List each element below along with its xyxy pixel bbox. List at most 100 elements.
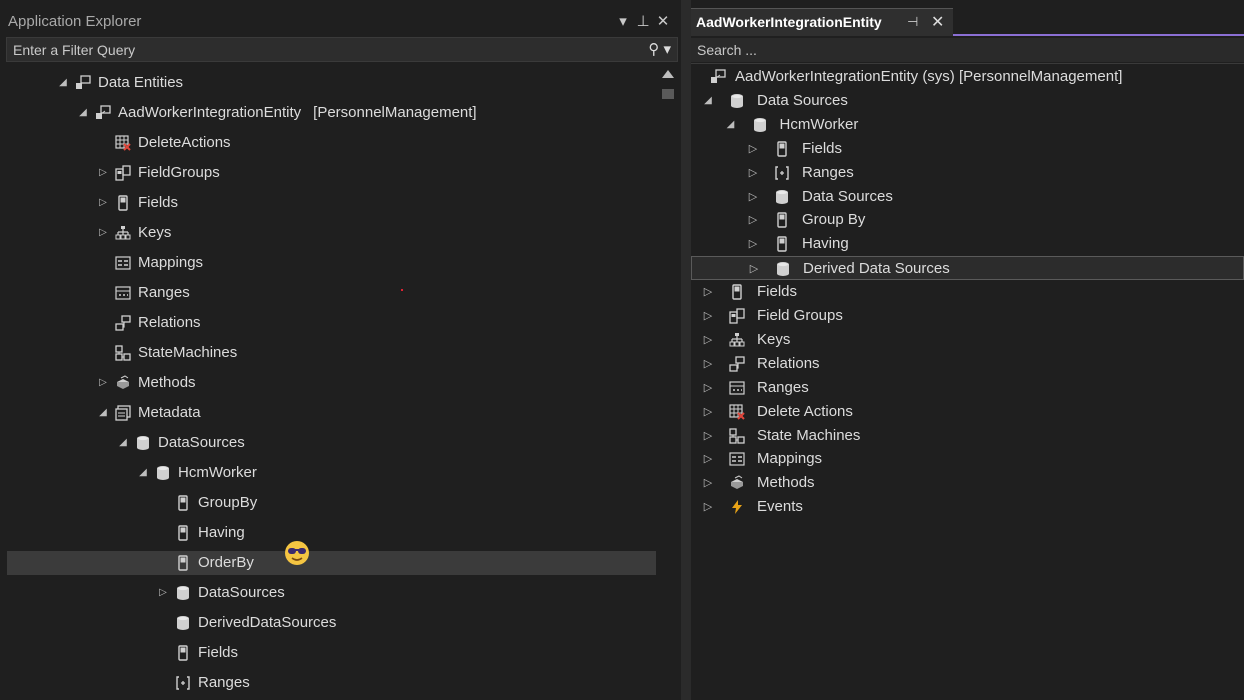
range-bracket-icon [175, 675, 191, 691]
expanded-arrow-icon[interactable]: ◢ [97, 401, 109, 425]
tree-row[interactable]: Ranges [7, 281, 656, 305]
tree-row-label: DataSources [198, 584, 285, 601]
collapsed-arrow-icon[interactable]: ▷ [702, 400, 714, 424]
tree-row[interactable]: ◢ Metadata [7, 401, 656, 425]
tree-row[interactable]: GroupBy [7, 491, 656, 515]
events-icon [729, 499, 745, 515]
datasource-icon [752, 117, 768, 133]
collapsed-arrow-icon[interactable]: ▷ [748, 257, 760, 281]
tree-row[interactable]: ▷ DataSources [7, 581, 656, 605]
collapsed-arrow-icon[interactable]: ▷ [702, 495, 714, 519]
tree-row[interactable]: ▷ Keys [7, 221, 656, 245]
collapsed-arrow-icon[interactable]: ▷ [702, 471, 714, 495]
tree-row[interactable]: ▷ Relations [691, 352, 1244, 376]
tree-row[interactable]: ▷ Mappings [691, 447, 1244, 471]
tree-row[interactable]: ▷ Keys [691, 328, 1244, 352]
collapsed-arrow-icon[interactable]: ▷ [702, 304, 714, 328]
collapsed-arrow-icon[interactable]: ▷ [97, 371, 109, 395]
tree-row[interactable]: ▷ Delete Actions [691, 400, 1244, 424]
pin-icon[interactable]: ⊥ [633, 12, 653, 30]
field-groups-icon [729, 308, 745, 324]
collapsed-arrow-icon[interactable]: ▷ [702, 447, 714, 471]
expanded-arrow-icon[interactable]: ◢ [57, 71, 69, 95]
tree-row[interactable]: DerivedDataSources [7, 611, 656, 635]
tree-row[interactable]: ◢ Data Sources [691, 89, 1244, 113]
filter-query-input[interactable]: Enter a Filter Query ⚲ ▾ [6, 37, 678, 62]
delete-actions-icon [729, 403, 745, 420]
tree-row-label: Methods [757, 474, 815, 492]
expanded-arrow-icon[interactable]: ◢ [137, 461, 149, 485]
tree-row[interactable]: ▷ Fields [691, 280, 1244, 304]
collapsed-arrow-icon[interactable]: ▷ [97, 221, 109, 245]
close-icon[interactable]: ✕ [653, 12, 673, 30]
tree-row-label: Derived Data Sources [803, 260, 950, 278]
expanded-arrow-icon[interactable]: ◢ [117, 431, 129, 455]
tree-row[interactable]: OrderBy [7, 551, 656, 575]
collapsed-arrow-icon[interactable]: ▷ [702, 424, 714, 448]
tree-row[interactable]: ▷ Events [691, 495, 1244, 519]
tree-row[interactable]: StateMachines [7, 341, 656, 365]
tab-aadworkerintegrationentity[interactable]: AadWorkerIntegrationEntity ⊣ ✕ [691, 8, 953, 36]
tree-row[interactable]: ▷ Methods [7, 371, 656, 395]
tree-row[interactable]: ▷ Group By [691, 208, 1244, 232]
tree-row[interactable]: ▷ Having [691, 232, 1244, 256]
tree-row[interactable]: Mappings [7, 251, 656, 275]
tree-row[interactable]: Having [7, 521, 656, 545]
tree-row[interactable]: ◢ AadWorkerIntegrationEntity [PersonnelMan… [7, 101, 656, 125]
collapsed-arrow-icon[interactable]: ▷ [747, 137, 759, 161]
collapsed-arrow-icon[interactable]: ▷ [747, 185, 759, 209]
panel-splitter[interactable] [681, 0, 691, 700]
tree-row-label: Keys [757, 330, 791, 348]
tree-row[interactable]: Ranges [7, 671, 656, 695]
designer-search-input[interactable]: Search ... [691, 38, 1244, 62]
collapsed-arrow-icon[interactable]: ▷ [702, 376, 714, 400]
collapsed-arrow-icon[interactable]: ▷ [702, 280, 714, 304]
tree-row[interactable]: ▷ FieldGroups [7, 161, 656, 185]
tree-row[interactable]: ◢ DataSources [7, 431, 656, 455]
tree-row[interactable]: ▷ Fields [691, 137, 1244, 161]
tree-row[interactable]: AadWorkerIntegrationEntity (sys) [Person… [691, 65, 1244, 89]
tree-row-label: State Machines [757, 426, 861, 444]
collapsed-arrow-icon[interactable]: ▷ [97, 191, 109, 215]
tree-row[interactable]: Relations [7, 311, 656, 335]
search-placeholder: Search ... [697, 42, 757, 58]
tree-row-label: Ranges [757, 378, 809, 396]
scroll-up-arrow-icon[interactable] [662, 70, 674, 78]
tree-row[interactable]: ◢ HcmWorker [691, 113, 1244, 137]
tree-row-label: Relations [138, 314, 201, 331]
tree-row[interactable]: ▷ Data Sources [691, 185, 1244, 209]
tree-row[interactable]: ▷ Fields [7, 191, 656, 215]
close-icon[interactable]: ✕ [931, 12, 944, 32]
tree-row[interactable]: ▷ State Machines [691, 424, 1244, 448]
tree-row[interactable]: DeleteActions [7, 131, 656, 155]
range-bracket-icon [774, 165, 790, 181]
tree-row[interactable]: ◢ Data Entities [7, 71, 656, 95]
dropdown-icon[interactable]: ▾ [613, 12, 633, 30]
collapsed-arrow-icon[interactable]: ▷ [747, 161, 759, 185]
tree-row[interactable]: ▷ Methods [691, 471, 1244, 495]
tree-row-label: Fields [138, 194, 179, 211]
divider [691, 63, 1244, 64]
collapsed-arrow-icon[interactable]: ▷ [157, 581, 169, 605]
tree-row[interactable]: ▷ Derived Data Sources [691, 256, 1244, 281]
scroll-thumb[interactable] [662, 89, 674, 99]
collapsed-arrow-icon[interactable]: ▷ [747, 208, 759, 232]
tree-row[interactable]: ▷ Ranges [691, 161, 1244, 185]
tree-row-label: DataSources [158, 434, 245, 451]
expanded-arrow-icon[interactable]: ◢ [77, 101, 89, 125]
collapsed-arrow-icon[interactable]: ▷ [702, 352, 714, 376]
tree-row-label: Events [757, 498, 803, 516]
tree-row-label: HcmWorker [178, 464, 257, 481]
vertical-scrollbar[interactable] [658, 68, 678, 700]
tree-row[interactable]: ▷ Field Groups [691, 304, 1244, 328]
expanded-arrow-icon[interactable]: ◢ [725, 113, 737, 137]
collapsed-arrow-icon[interactable]: ▷ [747, 232, 759, 256]
tree-row[interactable]: ▷ Ranges [691, 376, 1244, 400]
tree-row[interactable]: ◢ HcmWorker [7, 461, 656, 485]
expanded-arrow-icon[interactable]: ◢ [702, 89, 714, 113]
search-icon[interactable]: ⚲ ▾ [648, 40, 671, 58]
tree-row[interactable]: Fields [7, 641, 656, 665]
collapsed-arrow-icon[interactable]: ▷ [702, 328, 714, 352]
pin-icon[interactable]: ⊣ [907, 14, 918, 30]
collapsed-arrow-icon[interactable]: ▷ [97, 161, 109, 185]
